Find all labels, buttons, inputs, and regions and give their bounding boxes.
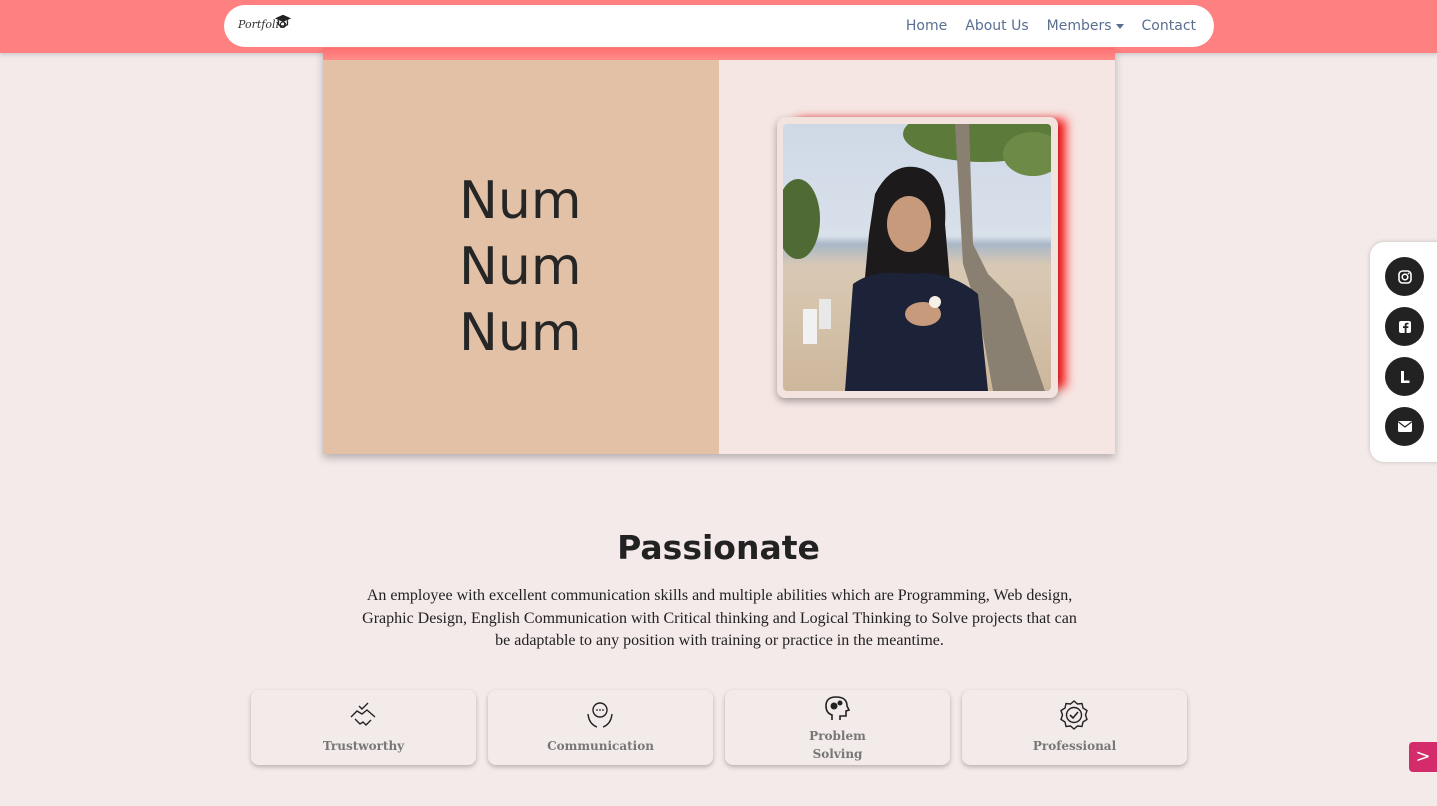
handshake-icon [350,702,376,726]
badge-check-icon [1060,700,1088,730]
nav-members-label: Members [1046,18,1112,34]
nav-links: Home About Us Members Contact [906,5,1196,47]
skill-card-professional: Professional [962,690,1187,765]
social-sidebar [1370,242,1437,462]
skill-label: Trustworthy [322,739,405,753]
profile-photo-frame [777,117,1058,398]
skill-label: Communication [547,739,654,753]
graduation-cap-icon [274,14,292,28]
nav-members-dropdown[interactable]: Members [1047,18,1124,34]
member-name-line: Num [459,303,582,363]
skill-card-communication: Communication [488,690,713,765]
skill-card-trustworthy: Trustworthy [251,690,476,765]
section-title: Passionate [617,528,820,567]
member-name-line: Num [459,171,582,231]
line-icon [1400,370,1409,383]
top-bar: Portfolio Home About Us Members Contact [0,0,1437,53]
section-description: An employee with excellent communication… [362,587,1077,649]
next-arrow-button[interactable]: > [1409,742,1437,772]
skill-label: Professional [1032,739,1117,753]
member-name-line: Num [459,237,582,297]
navbar: Portfolio Home About Us Members Contact [224,5,1214,47]
skill-label-line2: Solving [812,747,863,761]
nav-about-link[interactable]: About Us [965,18,1028,34]
line-button[interactable] [1385,357,1424,396]
instagram-icon [1397,269,1412,284]
nav-home-link[interactable]: Home [906,18,947,34]
chevron-down-icon [1115,23,1124,29]
head-gears-icon [825,696,851,720]
logo[interactable]: Portfolio [238,11,296,39]
mail-button[interactable] [1385,407,1424,446]
facebook-icon [1398,320,1411,333]
mail-icon [1397,421,1412,432]
hero-card: Num Num Num [323,48,1115,454]
skill-label-line1: Problem [809,729,866,743]
member-name: Num Num Num [459,168,659,366]
instagram-button[interactable] [1385,257,1424,296]
facebook-button[interactable] [1385,307,1424,346]
profile-photo-illustration [783,124,1051,391]
speech-hands-icon [587,702,613,728]
hero-top-strip [323,48,1115,60]
hero-name-panel: Num Num Num [323,60,719,454]
profile-photo [783,124,1051,391]
nav-contact-link[interactable]: Contact [1142,18,1196,34]
skill-card-problem-solving: Problem Solving [725,690,950,765]
